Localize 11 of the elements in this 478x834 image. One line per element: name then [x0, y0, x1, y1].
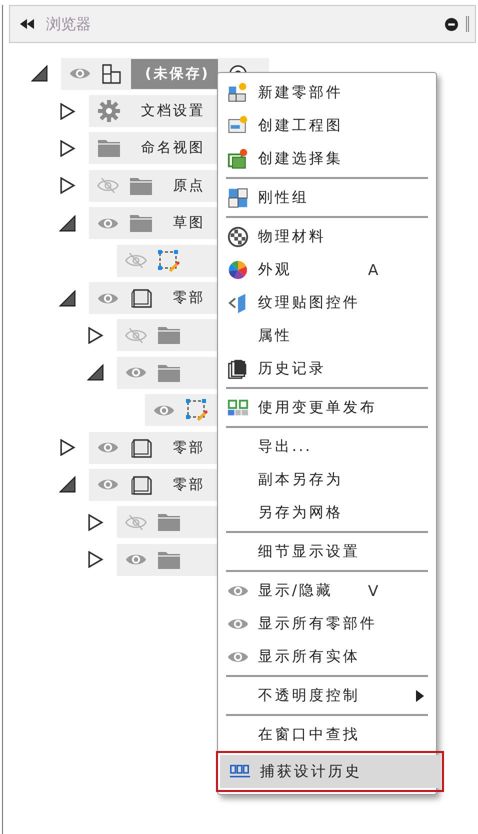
- shortcut-key: A: [368, 260, 428, 278]
- tree-label: 命名视图: [140, 139, 205, 158]
- tree-label: 零部: [172, 438, 205, 457]
- tree-label: (未保存): [131, 58, 218, 89]
- shortcut-key: V: [368, 582, 428, 600]
- panel-title: 浏览器: [46, 14, 91, 34]
- tree-label: 零部: [172, 289, 205, 308]
- tree-label: 原点: [172, 176, 205, 195]
- tree-label: 零部: [172, 476, 205, 494]
- tree-label: 草图: [172, 214, 205, 232]
- tree-label: 文档设置: [140, 102, 205, 120]
